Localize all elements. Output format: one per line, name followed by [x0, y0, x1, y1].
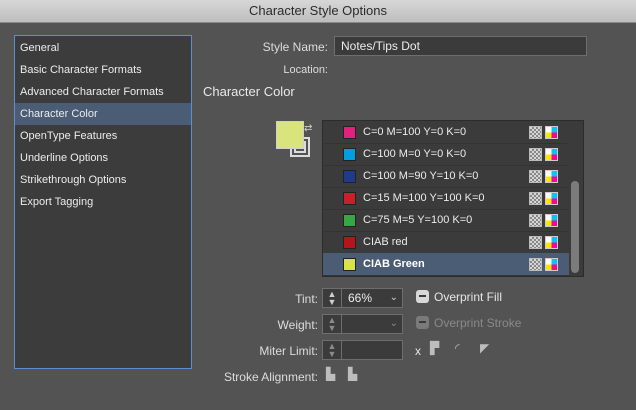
process-color-icon: [529, 126, 542, 139]
swatch-name: C=15 M=100 Y=100 K=0: [363, 192, 485, 204]
swatch-row[interactable]: C=100 M=0 Y=0 K=0: [323, 143, 569, 166]
swatch-row[interactable]: CIAB red: [323, 231, 569, 254]
swatch-row[interactable]: C=15 M=100 Y=100 K=0: [323, 187, 569, 210]
sidebar-item-strikethrough-options[interactable]: Strikethrough Options: [15, 169, 191, 191]
miter-limit-input[interactable]: [341, 340, 403, 360]
miter-join-icon[interactable]: ▛: [430, 342, 443, 355]
sidebar-item-underline-options[interactable]: Underline Options: [15, 147, 191, 169]
miter-limit-spinner[interactable]: ▲ ▼: [322, 340, 342, 360]
process-color-icon: [529, 236, 542, 249]
fill-stroke-selector: ⇄: [276, 121, 320, 169]
overprint-fill-label: Overprint Fill: [434, 290, 503, 304]
weight-label: Weight:: [277, 318, 318, 332]
stroke-alignment-label: Stroke Alignment:: [223, 370, 318, 384]
chevron-down-icon[interactable]: ⌄: [390, 289, 398, 307]
bevel-join-icon[interactable]: ◤: [480, 342, 493, 355]
weight-spinner[interactable]: ▲ ▼: [322, 314, 342, 334]
chevron-down-icon[interactable]: ⌄: [390, 315, 398, 333]
style-name-label: Style Name:: [262, 40, 328, 54]
up-down-arrows-icon: ▲ ▼: [327, 289, 337, 307]
swatch-chip: [343, 148, 356, 161]
sidebar-nav: General Basic Character Formats Advanced…: [14, 35, 192, 369]
swatch-chip: [343, 258, 356, 271]
cmyk-icon: [545, 258, 558, 271]
weight-combo[interactable]: ⌄: [341, 314, 403, 334]
swatch-chip: [343, 126, 356, 139]
miter-x-label: x: [415, 344, 421, 358]
process-color-icon: [529, 170, 542, 183]
swatch-row[interactable]: C=75 M=5 Y=100 K=0: [323, 209, 569, 232]
sidebar-item-opentype-features[interactable]: OpenType Features: [15, 125, 191, 147]
swatch-list: C=0 M=100 Y=0 K=0 C=100 M=0 Y=0 K=0 C=10…: [322, 120, 584, 277]
process-color-icon: [529, 214, 542, 227]
process-color-icon: [529, 258, 542, 271]
cmyk-icon: [545, 126, 558, 139]
sidebar-item-general[interactable]: General: [15, 37, 191, 59]
cmyk-icon: [545, 236, 558, 249]
cmyk-icon: [545, 170, 558, 183]
sidebar-item-advanced-character-formats[interactable]: Advanced Character Formats: [15, 81, 191, 103]
overprint-fill-checkbox[interactable]: [416, 290, 429, 303]
swatch-chip: [343, 170, 356, 183]
process-color-icon: [529, 148, 542, 161]
align-outside-stroke-icon[interactable]: ▙: [348, 368, 361, 381]
miter-limit-label: Miter Limit:: [259, 344, 318, 358]
style-name-input[interactable]: Notes/Tips Dot: [334, 36, 587, 56]
window-title: Character Style Options: [0, 0, 636, 23]
tint-label: Tint:: [295, 292, 318, 306]
tint-combo[interactable]: 66% ⌄: [341, 288, 403, 308]
sidebar-item-basic-character-formats[interactable]: Basic Character Formats: [15, 59, 191, 81]
swatch-chip: [343, 192, 356, 205]
process-color-icon: [529, 192, 542, 205]
swatch-row[interactable]: C=0 M=100 Y=0 K=0: [323, 121, 569, 144]
align-center-stroke-icon[interactable]: ▙: [326, 368, 339, 381]
swatch-row-selected[interactable]: CIAB Green: [323, 253, 569, 276]
swatch-chip: [343, 214, 356, 227]
swap-arrows-icon[interactable]: ⇄: [304, 123, 312, 134]
swatch-name: C=75 M=5 Y=100 K=0: [363, 214, 473, 226]
swatch-scrollbar[interactable]: [571, 181, 579, 273]
swatch-name: CIAB red: [363, 236, 408, 248]
up-down-arrows-icon: ▲ ▼: [327, 341, 337, 359]
cmyk-icon: [545, 148, 558, 161]
cmyk-icon: [545, 192, 558, 205]
sidebar-item-character-color[interactable]: Character Color: [15, 103, 191, 125]
overprint-stroke-checkbox[interactable]: [416, 316, 429, 329]
swatch-name: C=0 M=100 Y=0 K=0: [363, 126, 467, 138]
tint-value: 66%: [348, 291, 373, 305]
fill-icon[interactable]: [276, 121, 304, 149]
up-down-arrows-icon: ▲ ▼: [327, 315, 337, 333]
swatch-name: CIAB Green: [363, 258, 425, 270]
swatch-name: C=100 M=90 Y=10 K=0: [363, 170, 479, 182]
tint-spinner[interactable]: ▲ ▼: [322, 288, 342, 308]
swatch-chip: [343, 236, 356, 249]
round-join-icon[interactable]: ◜: [455, 342, 468, 355]
swatch-name: C=100 M=0 Y=0 K=0: [363, 148, 467, 160]
location-label: Location:: [283, 64, 328, 76]
section-title: Character Color: [203, 84, 295, 99]
sidebar-item-export-tagging[interactable]: Export Tagging: [15, 191, 191, 213]
swatch-row[interactable]: C=100 M=90 Y=10 K=0: [323, 165, 569, 188]
cmyk-icon: [545, 214, 558, 227]
overprint-stroke-label: Overprint Stroke: [434, 316, 522, 330]
